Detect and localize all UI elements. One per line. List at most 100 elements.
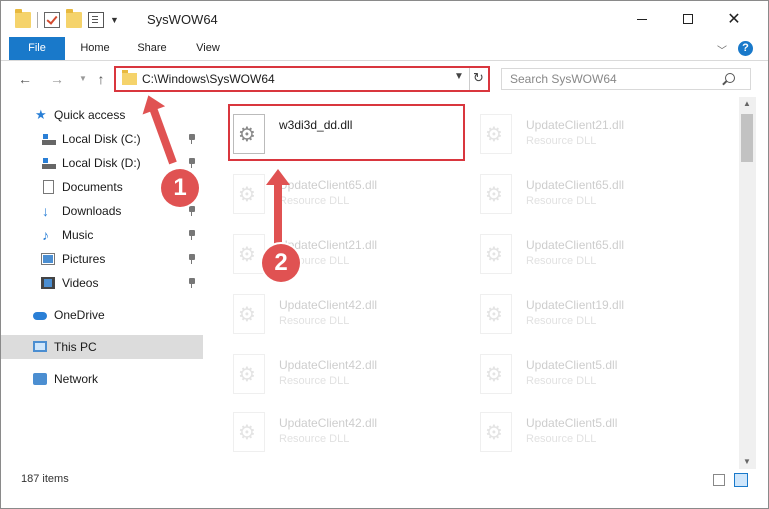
tab-share[interactable]: Share [129, 37, 175, 60]
status-bar: 187 items [1, 469, 768, 491]
file-name: UpdateClient42.dll [279, 298, 378, 312]
file-name: UpdateClient42.dll [279, 416, 378, 430]
file-name: UpdateClient65.dll [526, 178, 625, 192]
back-arrow-icon[interactable]: ← [15, 70, 35, 88]
minimize-button[interactable] [619, 1, 665, 37]
pin-icon[interactable] [188, 278, 196, 288]
file-item[interactable]: UpdateClient65.dll Resource DLL [207, 165, 447, 223]
file-item[interactable]: UpdateClient42.dll Resource DLL [207, 403, 447, 461]
tab-home[interactable]: Home [71, 37, 119, 60]
sidebar-item-label: Music [62, 228, 94, 242]
properties-check-icon[interactable] [44, 12, 60, 28]
file-type: Resource DLL [279, 375, 350, 387]
dll-file-icon [480, 114, 512, 154]
videos-icon [41, 277, 55, 289]
refresh-icon[interactable]: ↻ [473, 70, 484, 86]
pin-icon[interactable] [188, 254, 196, 264]
quick-access-toolbar: ▼ [15, 9, 127, 29]
computer-icon [33, 341, 47, 352]
title-bar: ▼ SysWOW64 ✕ [1, 1, 768, 37]
help-icon[interactable]: ? [738, 41, 753, 56]
file-item[interactable]: UpdateClient65.dll Resource DLL [454, 225, 694, 283]
file-type: Resource DLL [526, 135, 597, 147]
network-icon [33, 373, 47, 385]
folder-icon [15, 9, 31, 28]
tiles-view-icon[interactable] [734, 473, 748, 487]
ribbon-tabs: File Home Share View ﹀ ? [1, 37, 768, 61]
close-button[interactable]: ✕ [711, 1, 757, 37]
dll-file-icon [480, 234, 512, 274]
scroll-up-icon[interactable]: ▲ [743, 99, 751, 108]
sidebar-item-pictures[interactable]: Pictures [1, 247, 203, 271]
download-icon: ↓ [42, 203, 49, 219]
address-path[interactable]: C:\Windows\SysWOW64 [142, 72, 275, 86]
maximize-icon [683, 14, 693, 24]
recent-locations-chevron-icon[interactable]: ▼ [73, 70, 93, 88]
chevron-down-icon[interactable]: ▼ [110, 15, 119, 25]
search-icon[interactable] [725, 73, 735, 83]
address-bar[interactable]: C:\Windows\SysWOW64 ▼ ↻ [114, 66, 490, 92]
file-type: Resource DLL [526, 315, 597, 327]
file-item[interactable]: UpdateClient5.dll Resource DLL [454, 403, 694, 461]
file-item[interactable]: UpdateClient5.dll Resource DLL [454, 345, 694, 403]
sidebar-item-label: Local Disk (D:) [62, 156, 141, 170]
forward-arrow-icon[interactable]: → [47, 70, 67, 88]
close-icon: ✕ [727, 11, 741, 28]
address-dropdown-chevron-icon[interactable]: ▼ [454, 71, 464, 82]
file-name: UpdateClient5.dll [526, 358, 618, 372]
pin-icon[interactable] [188, 206, 196, 216]
dll-file-icon [233, 412, 265, 452]
sidebar-item-local-disk-c[interactable]: Local Disk (C:) [1, 127, 203, 151]
dll-file-icon [480, 294, 512, 334]
dll-file-icon [233, 234, 265, 274]
pin-icon[interactable] [188, 158, 196, 168]
step-1-badge: 1 [161, 169, 199, 207]
step-2-badge: 2 [262, 244, 300, 282]
cloud-icon [33, 312, 47, 320]
sidebar-item-label: Documents [62, 180, 123, 194]
file-item[interactable]: UpdateClient42.dll Resource DLL [207, 285, 447, 343]
dll-file-icon [233, 174, 265, 214]
file-item[interactable]: UpdateClient21.dll Resource DLL [207, 225, 447, 283]
file-item[interactable]: UpdateClient21.dll Resource DLL [454, 105, 694, 163]
dll-file-icon [233, 294, 265, 334]
file-name: UpdateClient42.dll [279, 358, 378, 372]
sidebar-item-this-pc[interactable]: This PC [1, 335, 203, 359]
scrollbar-thumb[interactable] [741, 114, 753, 162]
file-type: Resource DLL [526, 375, 597, 387]
documents-icon [43, 180, 54, 194]
dll-file-icon [480, 412, 512, 452]
address-divider [469, 68, 470, 90]
item-count: 187 items [21, 473, 69, 485]
pin-icon[interactable] [188, 230, 196, 240]
details-view-icon[interactable] [713, 474, 725, 486]
pin-icon[interactable] [188, 134, 196, 144]
sidebar-item-label: Local Disk (C:) [62, 132, 141, 146]
file-type: Resource DLL [526, 255, 597, 267]
tab-view[interactable]: View [185, 37, 231, 60]
scroll-down-icon[interactable]: ▼ [743, 457, 751, 466]
customize-toolbar-icon[interactable] [88, 12, 104, 28]
new-folder-icon[interactable] [66, 9, 82, 28]
search-input[interactable]: Search SysWOW64 [501, 68, 751, 90]
disk-icon [42, 156, 56, 170]
sidebar-item-onedrive[interactable]: OneDrive [1, 303, 203, 327]
expand-ribbon-chevron-icon[interactable]: ﹀ [717, 42, 727, 57]
sidebar-item-music[interactable]: ♪ Music [1, 223, 203, 247]
file-item[interactable]: UpdateClient65.dll Resource DLL [454, 165, 694, 223]
file-item[interactable]: UpdateClient42.dll Resource DLL [207, 345, 447, 403]
file-type: Resource DLL [279, 195, 350, 207]
folder-icon [122, 70, 137, 85]
vertical-scrollbar[interactable]: ▲ ▼ [739, 97, 756, 469]
sidebar-item-quick-access[interactable]: ★ Quick access [1, 103, 203, 127]
tab-file[interactable]: File [9, 37, 65, 60]
maximize-button[interactable] [665, 1, 711, 37]
file-item[interactable]: UpdateClient19.dll Resource DLL [454, 285, 694, 343]
file-name: UpdateClient65.dll [526, 238, 625, 252]
sidebar-item-videos[interactable]: Videos [1, 271, 203, 295]
music-icon: ♪ [42, 227, 49, 243]
sidebar-item-network[interactable]: Network [1, 367, 203, 391]
file-type: Resource DLL [526, 195, 597, 207]
up-arrow-icon[interactable]: ↑ [91, 70, 111, 88]
dll-file-icon [480, 174, 512, 214]
